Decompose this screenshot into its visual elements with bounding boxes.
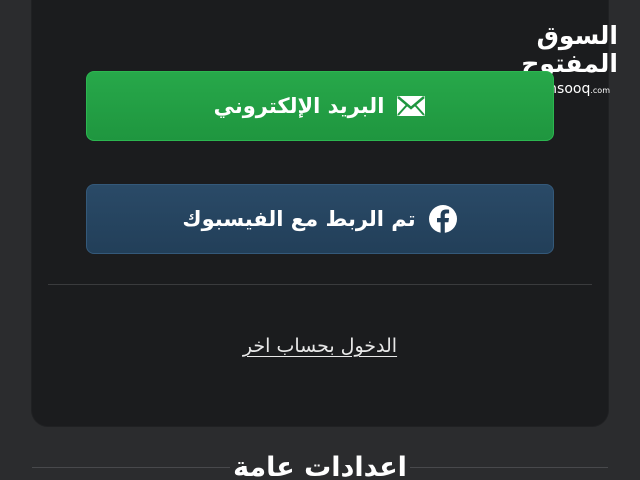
email-login-button[interactable]: البريد الإلكتروني [86,71,554,141]
section-divider-right [410,467,608,468]
opensooq-logo: السوق المفتوح opensooq.com [468,21,619,98]
envelope-icon [396,91,426,121]
facebook-linked-button[interactable]: تم الربط مع الفيسبوك [86,184,554,254]
facebook-linked-label: تم الربط مع الفيسبوك [182,207,416,231]
login-page: السوق المفتوح opensooq.com البريد الإلكت… [0,0,640,480]
logo-arabic-text: السوق المفتوح [521,21,619,78]
section-divider-left [32,467,230,468]
general-settings-title: اعدادات عامة [233,452,407,480]
switch-account-link[interactable]: الدخول بحساب اخر [0,333,640,359]
email-login-label: البريد الإلكتروني [213,94,385,118]
facebook-icon [428,204,458,234]
divider [48,284,592,285]
